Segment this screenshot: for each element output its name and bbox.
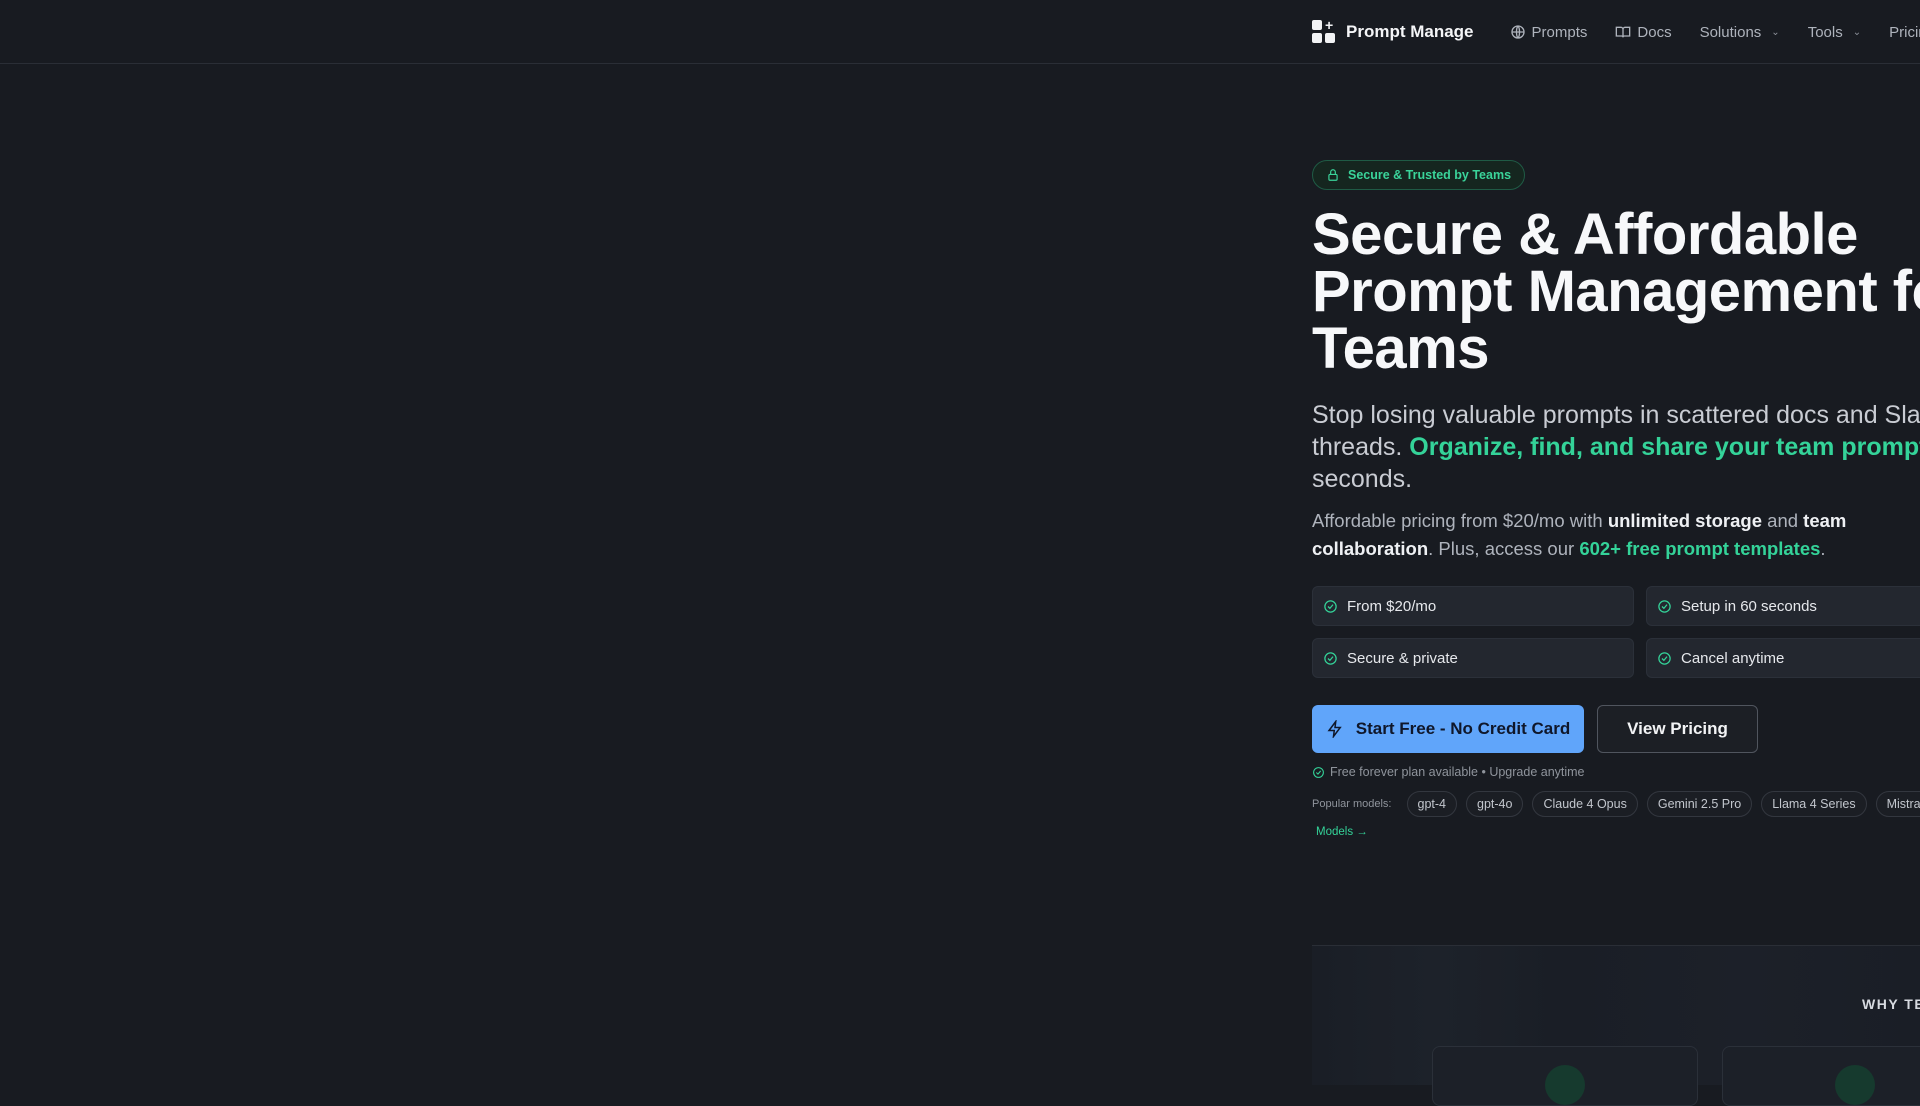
- why-teams-section: WHY TEAMS: [1312, 945, 1920, 1106]
- feature-label: Setup in 60 seconds: [1681, 597, 1817, 615]
- model-chip[interactable]: gpt-4: [1406, 791, 1457, 817]
- lightning-icon: [1327, 720, 1342, 738]
- nav-inner: + Prompt Manage Prompts Docs Solutions ⌄…: [1312, 0, 1920, 64]
- description-bold: team: [1803, 510, 1847, 531]
- model-chip[interactable]: gpt-4o: [1466, 791, 1524, 817]
- check-circle-icon: [1324, 651, 1337, 665]
- subtitle-text: seconds.: [1312, 465, 1413, 493]
- badge-text: Secure & Trusted by Teams: [1348, 168, 1512, 182]
- templates-link[interactable]: 602+ free prompt templates: [1579, 538, 1820, 559]
- benefit-icon: [1835, 1065, 1875, 1105]
- lock-icon: [1328, 169, 1338, 181]
- description-text: .: [1820, 538, 1826, 559]
- check-circle-icon: [1324, 599, 1337, 613]
- hero-section: Secure & Trusted by Teams Secure & Affor…: [1312, 160, 1920, 838]
- feature-item: Secure & private: [1312, 638, 1634, 678]
- benefit-icon: [1545, 1065, 1585, 1105]
- nav-item-solutions[interactable]: Solutions ⌄: [1700, 24, 1780, 41]
- model-chip[interactable]: Mistral Large: [1875, 791, 1920, 817]
- headline-line: Secure & Affordable: [1312, 202, 1858, 267]
- check-circle-icon: [1658, 651, 1671, 665]
- popular-models: Popular models: gpt-4 gpt-4o Claude 4 Op…: [1312, 791, 1920, 817]
- model-chip[interactable]: Llama 4 Series: [1761, 791, 1867, 817]
- description-text: Affordable pricing from $20/mo with: [1312, 510, 1608, 531]
- logo-icon: +: [1312, 18, 1336, 44]
- feature-item: Setup in 60 seconds: [1646, 586, 1920, 626]
- start-free-button[interactable]: Start Free - No Credit Card: [1312, 705, 1584, 753]
- model-chip[interactable]: Claude 4 Opus: [1532, 791, 1638, 817]
- nav-item-label: Solutions: [1699, 23, 1762, 41]
- brand-name: Prompt Manage: [1346, 22, 1474, 41]
- button-label: Start Free - No Credit Card: [1355, 719, 1571, 738]
- feature-item: Cancel anytime: [1646, 638, 1920, 678]
- chevron-down-icon: ⌄: [1852, 26, 1862, 38]
- feature-grid: From $20/mo Setup in 60 seconds Secure &…: [1312, 586, 1920, 678]
- nav-item-label: Tools: [1807, 23, 1843, 41]
- hero-subtitle: Stop losing valuable prompts in scattere…: [1312, 399, 1920, 495]
- description-text: and: [1762, 510, 1804, 531]
- section-label: WHY TEAMS: [1862, 996, 1920, 1012]
- globe-icon: [1510, 25, 1525, 39]
- nav-item-pricing[interactable]: Pricing: [1889, 24, 1920, 41]
- nav-item-tools[interactable]: Tools ⌄: [1808, 24, 1861, 41]
- note-text: Free forever plan available • Upgrade an…: [1330, 765, 1585, 779]
- models-link[interactable]: Models →: [1316, 826, 1920, 838]
- subtitle-text: Stop losing valuable prompts in scattere…: [1312, 401, 1920, 429]
- nav-item-label: Prompts: [1531, 23, 1588, 41]
- pricing-description: Affordable pricing from $20/mo with unli…: [1312, 507, 1920, 563]
- nav-item-prompts[interactable]: Prompts: [1510, 23, 1588, 41]
- description-bold: unlimited storage: [1607, 510, 1763, 531]
- feature-label: Secure & private: [1347, 649, 1458, 667]
- page-title: Secure & Affordable Prompt Management fo…: [1312, 202, 1920, 381]
- book-icon: [1616, 26, 1631, 38]
- feature-label: From $20/mo: [1347, 597, 1437, 615]
- trust-badge: Secure & Trusted by Teams: [1312, 160, 1526, 190]
- cta-group: Start Free - No Credit Card View Pricing: [1312, 705, 1920, 753]
- models-label: Popular models:: [1312, 798, 1392, 810]
- headline-line: Teams: [1312, 316, 1489, 381]
- feature-label: Cancel anytime: [1681, 649, 1785, 667]
- description-text: . Plus, access our: [1428, 538, 1580, 559]
- subtitle-text: threads.: [1312, 433, 1410, 461]
- model-chip[interactable]: Gemini 2.5 Pro: [1646, 791, 1753, 817]
- nav-item-label: Pricing: [1889, 23, 1920, 41]
- chevron-down-icon: ⌄: [1771, 26, 1780, 38]
- free-plan-note: Free forever plan available • Upgrade an…: [1312, 765, 1920, 779]
- view-pricing-button[interactable]: View Pricing: [1597, 705, 1758, 753]
- nav-item-docs[interactable]: Docs: [1615, 23, 1672, 41]
- benefit-card: [1432, 1046, 1698, 1106]
- feature-item: From $20/mo: [1312, 586, 1634, 626]
- headline-line: Prompt Management for: [1312, 259, 1920, 324]
- brand-link[interactable]: + Prompt Manage: [1312, 18, 1474, 44]
- check-circle-icon: [1313, 766, 1324, 778]
- check-circle-icon: [1658, 599, 1671, 613]
- subtitle-highlight: Organize, find, and share your team prom…: [1409, 433, 1920, 461]
- description-bold: collaboration: [1312, 538, 1429, 559]
- benefit-card: [1722, 1046, 1920, 1106]
- top-navigation: + Prompt Manage Prompts Docs Solutions ⌄…: [0, 0, 1920, 64]
- nav-item-label: Docs: [1637, 23, 1672, 41]
